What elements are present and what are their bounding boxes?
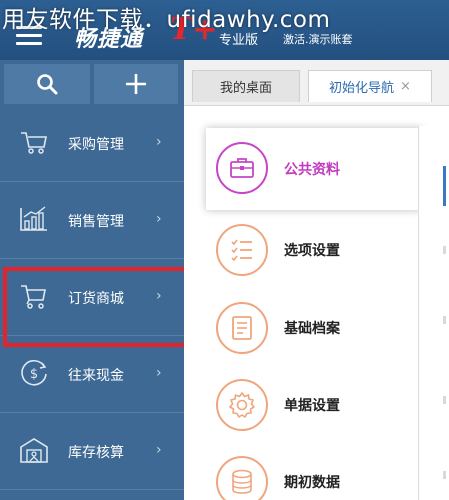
sidebar-item-label: 采购管理 <box>68 137 124 153</box>
nav-item-document-settings[interactable]: 单据设置 <box>206 369 416 441</box>
divider <box>443 396 446 404</box>
sidebar-item-label: 往来现金 <box>68 368 124 384</box>
sidebar-item-label: 销售管理 <box>68 214 124 230</box>
warehouse-icon <box>20 438 48 463</box>
search-button[interactable] <box>4 64 90 104</box>
tab-label: 我的桌面 <box>219 81 272 96</box>
document-icon <box>216 302 268 354</box>
sidebar-item-sales[interactable]: 销售管理 › <box>0 183 184 259</box>
sidebar-item-inventory[interactable]: 库存核算 › <box>0 414 184 490</box>
nav-item-label: 期初数据 <box>284 475 340 491</box>
bar-chart-icon <box>20 206 47 231</box>
dollar-circle-icon: $ <box>21 359 47 386</box>
database-icon <box>216 456 268 500</box>
nav-item-label: 选项设置 <box>284 243 340 259</box>
close-icon[interactable]: × <box>400 79 411 94</box>
divider <box>443 246 446 254</box>
detail-panel-edge <box>418 126 449 500</box>
gear-icon <box>216 379 268 431</box>
search-icon <box>37 74 58 95</box>
nav-item-public-data[interactable]: 公共资料 <box>206 128 422 210</box>
nav-item-base-archive[interactable]: 基础档案 <box>206 292 416 364</box>
chevron-right-icon: › <box>156 211 162 227</box>
checklist-icon <box>216 224 268 276</box>
init-navigation-panel: 公共资料 选项设置 基础档案 单据设置 期初数据 <box>184 106 449 500</box>
divider <box>443 471 446 479</box>
watermark-text: 用友软件下载．ufidawhy.com <box>2 7 331 33</box>
tab-bar: 我的桌面 初始化导航 × <box>184 60 449 106</box>
sidebar-item-label: 订货商城 <box>68 291 124 307</box>
scroll-indicator <box>443 166 446 206</box>
trolley-icon <box>21 285 46 309</box>
chevron-right-icon: › <box>156 365 162 381</box>
tab-my-desktop[interactable]: 我的桌面 <box>192 70 300 102</box>
chevron-right-icon: › <box>156 134 162 150</box>
chevron-right-icon: › <box>156 288 162 304</box>
sidebar-item-purchase[interactable]: 采购管理 › <box>0 106 184 182</box>
sidebar-item-cash[interactable]: $ 往来现金 › <box>0 337 184 413</box>
sidebar: 采购管理 › 销售管理 › 订货商城 › $ 往来现金 › 库存核算 › <box>0 60 189 500</box>
chevron-right-icon: › <box>156 442 162 458</box>
nav-item-options[interactable]: 选项设置 <box>206 214 416 286</box>
app-header: 畅捷通 T+ 专业版 激活.演示账套 用友软件下载．ufidawhy.com <box>0 0 449 60</box>
tab-label: 初始化导航 <box>329 81 395 96</box>
nav-item-label: 单据设置 <box>284 398 340 414</box>
nav-item-label: 基础档案 <box>284 321 340 337</box>
shopping-cart-icon <box>21 132 47 154</box>
svg-text:$: $ <box>30 367 38 382</box>
tab-init-navigation[interactable]: 初始化导航 × <box>308 70 432 102</box>
nav-item-label: 公共资料 <box>284 162 340 178</box>
briefcase-icon <box>216 142 268 194</box>
plus-icon <box>126 74 146 94</box>
add-button[interactable] <box>94 64 178 104</box>
nav-item-opening-data[interactable]: 期初数据 <box>206 446 416 500</box>
sidebar-item-order-mall[interactable]: 订货商城 › <box>0 260 189 347</box>
divider <box>443 316 446 324</box>
sidebar-item-label: 库存核算 <box>68 445 124 461</box>
